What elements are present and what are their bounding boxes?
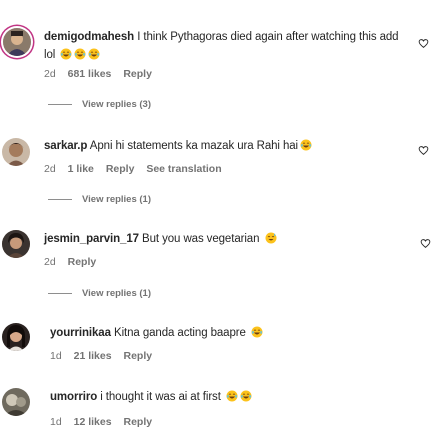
comment-likes[interactable]: 681 likes (68, 68, 112, 80)
avatar[interactable] (3, 28, 31, 56)
comment-meta: 2d Reply (44, 256, 105, 268)
comment-likes[interactable]: 1 like (68, 163, 94, 175)
comment-time: 2d (44, 256, 56, 268)
comment-time: 1d (50, 416, 62, 428)
laughing-crying-emoji (74, 48, 86, 60)
reply-button[interactable]: Reply (123, 416, 152, 428)
comment-text: jesmin_parvin_17 But you was vegetarian (44, 230, 399, 248)
view-replies-label: View replies (1) (82, 194, 151, 205)
comment-username[interactable]: sarkar.p (44, 140, 87, 152)
reply-button[interactable]: Reply (123, 68, 152, 80)
view-replies-label: View replies (3) (82, 99, 151, 110)
heart-outline-icon[interactable] (418, 145, 429, 156)
reply-button[interactable]: Reply (68, 256, 97, 268)
comment-username[interactable]: umorriro (50, 391, 97, 403)
avatar[interactable] (2, 138, 30, 166)
view-replies-button[interactable]: View replies (1) (48, 194, 151, 205)
comment-time: 1d (50, 350, 62, 362)
comment-text: sarkar.p Apni hi statements ka mazak ura… (44, 137, 399, 155)
comment-body: Apni hi statements ka mazak ura Rahi hai (89, 140, 299, 152)
comment-text: umorriro i thought it was ai at first (50, 388, 405, 406)
comment-body: Kitna ganda acting baapre (114, 327, 246, 339)
comment-username[interactable]: demigodmahesh (44, 31, 134, 43)
comment-meta: 1d 21 likes Reply (50, 350, 161, 362)
replies-divider (48, 104, 72, 105)
avatar[interactable] (2, 323, 30, 351)
laughing-crying-emoji (60, 48, 72, 60)
reply-button[interactable]: Reply (106, 163, 135, 175)
comment-meta: 1d 12 likes Reply (50, 416, 161, 428)
view-replies-button[interactable]: View replies (1) (48, 288, 151, 299)
view-replies-button[interactable]: View replies (3) (48, 99, 151, 110)
view-replies-label: View replies (1) (82, 288, 151, 299)
heart-outline-icon[interactable] (418, 38, 429, 49)
grinning-sweat-emoji (265, 232, 277, 244)
laughing-crying-emoji (300, 139, 312, 151)
comment-likes[interactable]: 21 likes (74, 350, 112, 362)
comment-meta: 2d 681 likes Reply (44, 68, 161, 80)
heart-outline-icon[interactable] (420, 238, 431, 249)
comment-body: i thought it was ai at first (100, 391, 221, 403)
comment-likes[interactable]: 12 likes (74, 416, 112, 428)
avatar[interactable] (2, 388, 30, 416)
replies-divider (48, 199, 72, 200)
comment-username[interactable]: jesmin_parvin_17 (44, 233, 139, 245)
comment-text: yourrinikaa Kitna ganda acting baapre (50, 324, 405, 342)
laughing-crying-emoji (251, 326, 263, 338)
comment-meta: 2d 1 like Reply See translation (44, 163, 231, 175)
comment-body: But you was vegetarian (142, 233, 260, 245)
laughing-crying-emoji (240, 390, 252, 402)
avatar[interactable] (2, 230, 30, 258)
laughing-crying-emoji (226, 390, 238, 402)
reply-button[interactable]: Reply (123, 350, 152, 362)
see-translation-button[interactable]: See translation (146, 163, 221, 175)
comment-time: 2d (44, 68, 56, 80)
comment-text: demigodmahesh I think Pythagoras died ag… (44, 28, 399, 64)
replies-divider (48, 293, 72, 294)
comment-username[interactable]: yourrinikaa (50, 327, 111, 339)
comment-time: 2d (44, 163, 56, 175)
laughing-crying-emoji (88, 48, 100, 60)
